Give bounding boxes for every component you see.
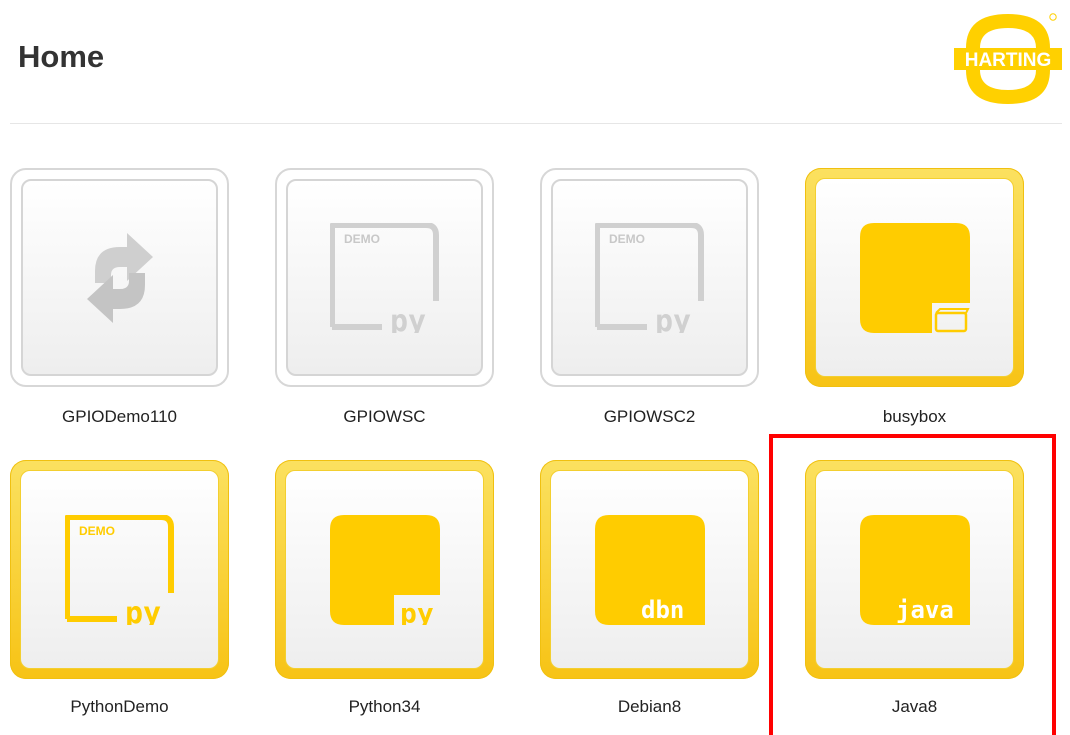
svg-text:py: py [400,597,434,625]
java-icon: java [859,514,970,625]
home-page: Home HARTING GPIODemo110 DEMO py GPIOWSC [0,0,1070,735]
page-title: Home [18,39,105,74]
app-label: PythonDemo [70,697,169,716]
svg-text:dbn: dbn [641,596,684,624]
dbn-icon: dbn [594,514,705,625]
app-tile-busybox[interactable] [805,168,1024,387]
svg-text:DEMO: DEMO [79,524,115,538]
logo-text: HARTING [965,50,1052,71]
header-divider [10,123,1062,124]
refresh-arrows-icon [86,232,153,323]
app-label: busybox [882,407,947,426]
harting-logo[interactable]: HARTING [952,10,1064,108]
app-label: GPIODemo110 [62,407,177,426]
svg-text:py: py [125,596,161,625]
app-tile-gpiowsc2[interactable]: DEMO py [540,168,759,387]
app-label: Python34 [348,697,421,716]
py-icon: py [329,514,440,625]
demo-py-icon: DEMO py [594,222,704,333]
demo-py-icon: DEMO py [64,514,174,625]
app-tile-python34[interactable]: py [275,460,494,679]
app-label: Java8 [891,697,938,716]
container-box-icon [859,222,970,333]
app-tile-debian8[interactable]: dbn [540,460,759,679]
svg-text:py: py [655,304,691,333]
app-label: Debian8 [617,697,682,716]
app-tile-gpiowsc[interactable]: DEMO py [275,168,494,387]
svg-text:py: py [390,304,426,333]
svg-text:java: java [896,596,954,624]
app-label: GPIOWSC2 [603,407,696,426]
app-tile-gpiodemo110[interactable] [10,168,229,387]
svg-text:DEMO: DEMO [344,232,380,246]
svg-text:DEMO: DEMO [609,232,645,246]
demo-py-icon: DEMO py [329,222,439,333]
app-tile-pythondemo[interactable]: DEMO py [10,460,229,679]
app-label: GPIOWSC [343,407,426,426]
app-tile-java8[interactable]: java [805,460,1024,679]
